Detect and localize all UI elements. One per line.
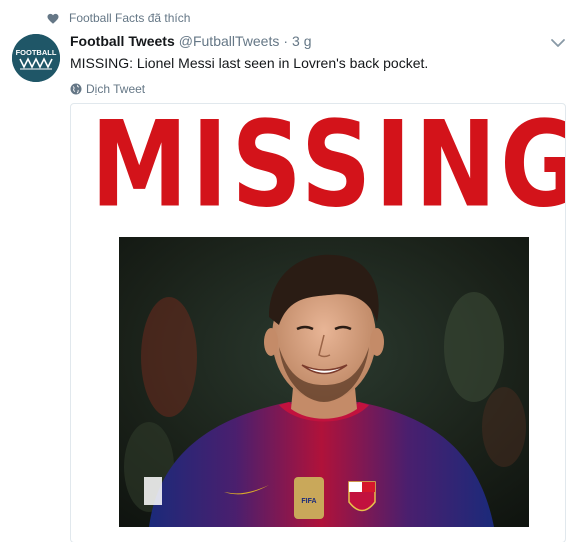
svg-text:FIFA: FIFA — [301, 498, 316, 505]
heart-icon — [46, 11, 60, 25]
author-fullname[interactable]: Football Tweets — [70, 33, 175, 49]
translate-label: Dịch Tweet — [86, 82, 146, 96]
social-context[interactable]: Football Facts đã thích — [46, 10, 190, 26]
social-context-text: Football Facts đã thích — [69, 11, 191, 25]
tweet-header: Football Tweets @FutballTweets · 3 g — [70, 33, 311, 49]
chevron-down-icon[interactable] — [550, 36, 566, 48]
translate-tweet-link[interactable]: Dịch Tweet — [70, 82, 145, 96]
avatar-text: FOOTBALL — [16, 48, 57, 57]
globe-icon — [70, 83, 82, 95]
media-headline: MISSING — [90, 103, 566, 234]
tweet-media-image[interactable]: MISSING FIFA — [70, 103, 566, 542]
separator: · — [283, 33, 289, 49]
player-photo: FIFA — [119, 237, 529, 527]
tweet-timestamp[interactable]: 3 g — [292, 33, 311, 49]
avatar[interactable]: FOOTBALL — [12, 34, 60, 82]
tweet-card[interactable]: Football Facts đã thích FOOTBALL Footbal… — [0, 0, 574, 542]
author-username[interactable]: @FutballTweets — [179, 33, 280, 49]
tweet-text: MISSING: Lionel Messi last seen in Lovre… — [70, 55, 429, 71]
